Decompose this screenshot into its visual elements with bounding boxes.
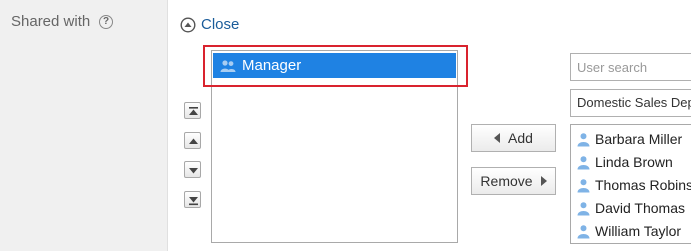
department-select[interactable]: Domestic Sales Dept <box>570 89 691 117</box>
user-name: William Taylor <box>595 223 682 239</box>
add-button[interactable]: Add <box>471 124 556 152</box>
add-button-label: Add <box>508 130 533 146</box>
move-to-bottom-icon <box>189 197 198 206</box>
highlight-box <box>203 45 468 87</box>
move-down-button[interactable] <box>184 161 201 178</box>
user-search-input[interactable] <box>570 53 691 81</box>
user-icon <box>577 132 590 146</box>
remove-button-label: Remove <box>480 173 533 189</box>
collapse-up-icon <box>180 16 196 33</box>
list-item[interactable]: Linda Brown <box>576 152 673 172</box>
move-to-top-icon <box>189 107 198 115</box>
move-to-top-button[interactable] <box>184 102 201 119</box>
user-icon <box>577 155 590 169</box>
list-item[interactable]: Barbara Miller <box>576 129 682 149</box>
user-icon <box>577 224 590 238</box>
user-icon <box>577 178 590 192</box>
user-name: David Thomas <box>595 200 686 216</box>
move-to-bottom-button[interactable] <box>184 191 201 208</box>
remove-button[interactable]: Remove <box>471 167 556 195</box>
user-name: Thomas Robinson <box>595 177 691 193</box>
move-down-icon <box>189 168 198 174</box>
list-item[interactable]: William Taylor <box>576 221 681 241</box>
help-icon[interactable]: ? <box>99 15 113 29</box>
close-label: Close <box>201 16 240 33</box>
shared-with-label: Shared with <box>11 13 91 30</box>
department-select-value: Domestic Sales Dept <box>577 95 691 110</box>
list-item[interactable]: David Thomas <box>576 198 685 218</box>
user-name: Barbara Miller <box>595 131 683 147</box>
user-list[interactable]: Barbara Miller Linda Brown Thomas Robins… <box>570 124 691 244</box>
move-up-button[interactable] <box>184 132 201 149</box>
arrow-right-icon <box>540 176 547 186</box>
user-icon <box>577 201 590 215</box>
arrow-left-icon <box>494 133 501 143</box>
list-item[interactable]: Thomas Robinson <box>576 175 691 195</box>
close-link[interactable]: Close <box>180 16 239 33</box>
move-up-icon <box>189 138 198 144</box>
field-label-column: Shared with ? <box>0 0 168 251</box>
user-name: Linda Brown <box>595 154 673 170</box>
